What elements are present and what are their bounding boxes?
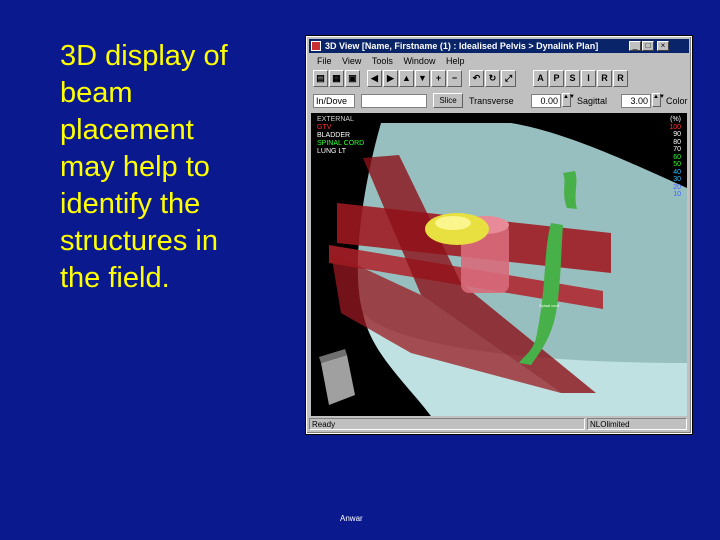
dose-legend-item: 80 — [673, 138, 681, 146]
sagittal-label: Sagittal — [577, 96, 608, 106]
window-titlebar[interactable]: 3D View [Name, Firstname (1) : Idealised… — [309, 39, 689, 53]
menu-tools[interactable]: Tools — [372, 56, 393, 66]
dose-legend-item: 100 — [669, 123, 681, 131]
sagittal-spinner[interactable]: ▲▼ — [652, 93, 665, 107]
dose-legend-item: 40 — [673, 168, 681, 176]
structure-legend: EXTERNAL GTV BLADDER SPINAL CORD LUNG LT — [317, 116, 364, 156]
slide-text-line: placement — [60, 114, 194, 146]
menu-help[interactable]: Help — [446, 56, 465, 66]
view-button-r2[interactable]: R — [613, 70, 628, 87]
structure-select[interactable] — [361, 94, 427, 108]
slide-text-line: identify the — [60, 188, 201, 220]
status-license: NLOlimited — [587, 418, 687, 430]
control-bar: In/Dove Slice Transverse 0.00 ▲▼ Sagitta… — [311, 93, 688, 111]
view-button-a[interactable]: A — [533, 70, 548, 87]
transverse-spinner[interactable]: ▲▼ — [562, 93, 575, 107]
rotate-icon[interactable]: ↻ — [485, 70, 500, 87]
slide-text-line: beam — [60, 77, 133, 109]
reset-icon[interactable]: ⤢ — [501, 70, 516, 87]
3d-scene[interactable] — [311, 113, 687, 416]
dose-legend-item: 50 — [673, 161, 681, 168]
status-ready: Ready — [309, 418, 585, 430]
structure-legend-item: LUNG LT — [317, 148, 347, 155]
structure-legend-item: EXTERNAL — [317, 116, 354, 123]
transverse-input[interactable]: 0.00 — [531, 94, 561, 108]
dose-legend: (%) 100 90 80 70 60 50 40 30 20 10 — [669, 116, 681, 199]
dose-legend-item: 60 — [673, 153, 681, 161]
slide-text-line: may help to — [60, 151, 210, 183]
menu-file[interactable]: File — [317, 56, 332, 66]
app-icon — [311, 41, 321, 51]
slide-body-text: 3D display of beam placement may help to ide… — [60, 38, 290, 297]
slide-text-line: structures in — [60, 225, 218, 257]
slide-text-line: 3D display of — [60, 40, 228, 72]
slide-footer: Anwar — [340, 514, 363, 523]
color-label: Color — [666, 96, 688, 106]
dose-legend-header: (%) — [670, 116, 681, 123]
slide-text-line: the field. — [60, 262, 170, 294]
toolbar: ▤ ▦ ▣ ◀ ▶ ▲ ▼ + − ↶ ↻ ⤢ A P S I R R — [311, 70, 687, 90]
view-button-s[interactable]: S — [565, 70, 580, 87]
structure-legend-item: SPINAL CORD — [317, 140, 365, 147]
view-button-i[interactable]: I — [581, 70, 596, 87]
dose-legend-item: 70 — [673, 146, 681, 153]
menu-window[interactable]: Window — [403, 56, 435, 66]
dose-legend-item: 20 — [673, 183, 681, 191]
transverse-label: Transverse — [469, 96, 514, 106]
slice-button[interactable]: Slice — [433, 93, 463, 108]
cord-annotation: Spinal cord — [539, 303, 560, 308]
status-bar: Ready NLOlimited — [309, 418, 689, 431]
bladder-highlight — [435, 216, 471, 230]
extra-icon[interactable]: ▣ — [345, 70, 360, 87]
zoom-in-icon[interactable]: + — [431, 70, 446, 87]
close-button[interactable]: × — [657, 41, 669, 51]
menu-bar: File View Tools Window Help — [309, 54, 689, 68]
first-icon[interactable]: ◀ — [367, 70, 382, 87]
up-icon[interactable]: ▲ — [399, 70, 414, 87]
open-icon[interactable]: ▤ — [313, 70, 328, 87]
down-icon[interactable]: ▼ — [415, 70, 430, 87]
minimize-button[interactable]: _ — [629, 41, 641, 51]
3d-view-window: 3D View [Name, Firstname (1) : Idealised… — [306, 36, 692, 434]
dose-legend-item: 90 — [673, 131, 681, 138]
undo-icon[interactable]: ↶ — [469, 70, 484, 87]
maximize-button[interactable]: □ — [642, 41, 654, 51]
sagittal-input[interactable]: 3.00 — [621, 94, 651, 108]
dose-legend-item: 30 — [673, 176, 681, 183]
print-icon[interactable]: ▦ — [329, 70, 344, 87]
orientation-cube[interactable] — [321, 355, 355, 405]
structure-legend-item: GTV — [317, 124, 332, 131]
view-button-r[interactable]: R — [597, 70, 612, 87]
3d-render-viewport[interactable]: EXTERNAL GTV BLADDER SPINAL CORD LUNG LT (%)… — [311, 113, 687, 416]
mode-select[interactable]: In/Dove — [313, 94, 355, 108]
zoom-out-icon[interactable]: − — [447, 70, 462, 87]
next-icon[interactable]: ▶ — [383, 70, 398, 87]
window-title: 3D View [Name, Firstname (1) : Idealised… — [325, 41, 599, 51]
view-button-p[interactable]: P — [549, 70, 564, 87]
structure-legend-item: BLADDER — [317, 132, 351, 139]
dose-legend-item: 10 — [673, 191, 681, 198]
menu-view[interactable]: View — [342, 56, 361, 66]
